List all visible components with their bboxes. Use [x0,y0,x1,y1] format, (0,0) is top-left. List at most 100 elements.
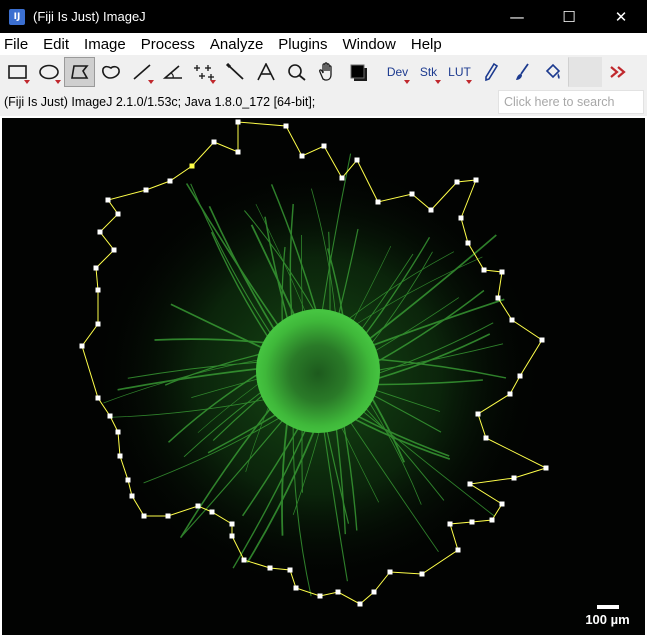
roi-vertex-handle[interactable] [293,585,299,591]
freehand-tool[interactable] [95,57,126,87]
roi-vertex-handle[interactable] [211,139,217,145]
menu-plugins[interactable]: Plugins [278,36,327,53]
menu-file[interactable]: File [4,36,28,53]
color-picker-tool[interactable] [343,57,374,87]
roi-vertex-handle[interactable] [299,153,305,159]
roi-vertex-handle[interactable] [387,569,393,575]
roi-vertex-handle[interactable] [165,513,171,519]
close-button[interactable]: ✕ [595,0,647,33]
roi-vertex-handle[interactable] [95,395,101,401]
tool-menu-indicator [148,79,154,84]
stk-menu-button[interactable]: Stk [413,57,444,87]
roi-vertex-handle[interactable] [499,269,505,275]
roi-vertex-handle[interactable] [357,601,363,607]
search-input[interactable]: Click here to search [498,90,644,114]
image-canvas[interactable]: 100 µm [2,118,645,635]
roi-vertex-handle[interactable] [189,163,195,169]
roi-vertex-handle[interactable] [469,519,475,525]
roi-vertex-handle[interactable] [241,557,247,563]
roi-vertex-handle[interactable] [79,343,85,349]
roi-vertex-handle[interactable] [455,547,461,553]
roi-vertex-handle[interactable] [375,199,381,205]
brush-tool[interactable] [506,57,537,87]
roi-vertex-handle[interactable] [97,229,103,235]
roi-vertex-handle[interactable] [509,317,515,323]
polygon-tool[interactable] [64,56,95,87]
menu-edit[interactable]: Edit [43,36,69,53]
text-tool[interactable] [250,57,281,87]
roi-vertex-handle[interactable] [465,240,471,246]
menu-image[interactable]: Image [84,36,126,53]
roi-vertex-handle[interactable] [371,589,377,595]
roi-vertex-handle[interactable] [283,123,289,129]
roi-vertex-handle[interactable] [419,571,425,577]
roi-vertex-handle[interactable] [117,453,123,459]
scroll-tool[interactable] [312,57,343,87]
roi-vertex-handle[interactable] [339,175,345,181]
menu-analyze[interactable]: Analyze [210,36,263,53]
roi-vertex-handle[interactable] [447,521,453,527]
roi-vertex-handle[interactable] [229,533,235,539]
roi-vertex-handle[interactable] [539,337,545,343]
menu-help[interactable]: Help [411,36,442,53]
roi-vertex-handle[interactable] [235,149,241,155]
roi-vertex-handle[interactable] [481,267,487,273]
roi-vertex-handle[interactable] [517,373,523,379]
roi-vertex-handle[interactable] [475,411,481,417]
roi-vertex-handle[interactable] [129,493,135,499]
rectangle-tool[interactable] [2,57,33,87]
roi-vertex-handle[interactable] [467,481,473,487]
minimize-button[interactable]: — [491,0,543,33]
roi-vertex-handle[interactable] [141,513,147,519]
empty-tool-slot[interactable] [568,56,602,87]
maximize-button[interactable]: ☐ [543,0,595,33]
menu-process[interactable]: Process [141,36,195,53]
oval-tool[interactable] [33,57,64,87]
roi-vertex-handle[interactable] [543,465,549,471]
roi-vertex-handle[interactable] [115,429,121,435]
roi-vertex-handle[interactable] [511,475,517,481]
roi-vertex-handle[interactable] [111,247,117,253]
roi-vertex-handle[interactable] [428,207,434,213]
hand-icon [318,61,332,81]
roi-vertex-handle[interactable] [409,191,415,197]
angle-tool[interactable] [157,57,188,87]
roi-vertex-handle[interactable] [195,503,201,509]
roi-vertex-handle[interactable] [267,565,273,571]
roi-vertex-handle[interactable] [507,391,513,397]
roi-vertex-handle[interactable] [209,509,215,515]
roi-vertex-handle[interactable] [95,321,101,327]
roi-vertex-handle[interactable] [317,593,323,599]
magnifier-tool[interactable] [281,57,312,87]
roi-vertex-handle[interactable] [107,413,113,419]
roi-vertex-handle[interactable] [454,179,460,185]
roi-vertex-handle[interactable] [495,295,501,301]
menu-window[interactable]: Window [343,36,396,53]
roi-vertex-handle[interactable] [125,477,131,483]
roi-vertex-handle[interactable] [235,119,241,125]
flood-fill-tool[interactable] [537,57,568,87]
dev-menu-button[interactable]: Dev [382,57,413,87]
roi-vertex-handle[interactable] [499,501,505,507]
roi-vertex-handle[interactable] [473,177,479,183]
roi-vertex-handle[interactable] [95,287,101,293]
wand-tool[interactable] [219,57,250,87]
pencil-tool[interactable] [475,57,506,87]
roi-vertex-handle[interactable] [287,567,293,573]
roi-vertex-handle[interactable] [354,157,360,163]
point-tool[interactable] [188,57,219,87]
line-tool[interactable] [126,57,157,87]
roi-vertex-handle[interactable] [229,521,235,527]
roi-vertex-handle[interactable] [115,211,121,217]
roi-vertex-handle[interactable] [105,197,111,203]
roi-vertex-handle[interactable] [458,215,464,221]
more-tools-button[interactable] [602,57,633,87]
roi-vertex-handle[interactable] [321,143,327,149]
roi-vertex-handle[interactable] [489,517,495,523]
roi-vertex-handle[interactable] [143,187,149,193]
roi-vertex-handle[interactable] [167,178,173,184]
roi-vertex-handle[interactable] [483,435,489,441]
lut-menu-button[interactable]: LUT [444,57,475,87]
roi-vertex-handle[interactable] [93,265,99,271]
roi-vertex-handle[interactable] [335,589,341,595]
